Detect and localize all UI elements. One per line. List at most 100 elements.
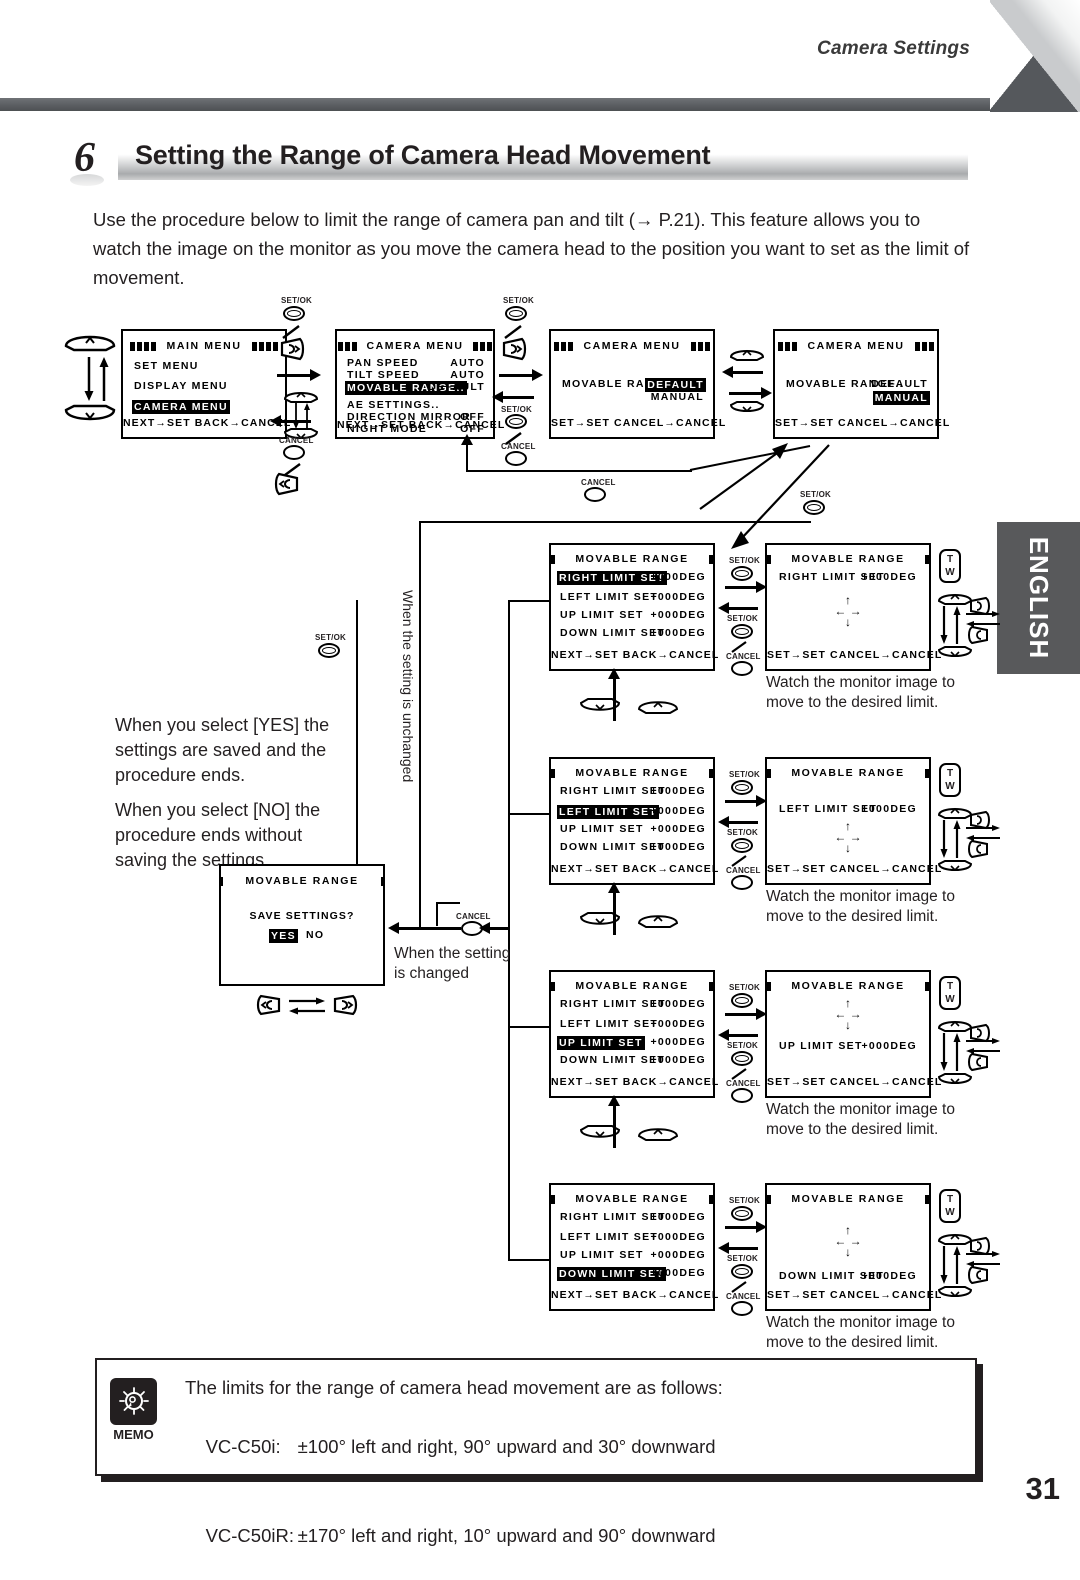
- flow-arrow-line-up: [613, 889, 616, 935]
- tele-wide-button-icon[interactable]: T W: [939, 549, 961, 583]
- limit-row-down[interactable]: DOWN LIMIT SET: [560, 627, 665, 639]
- limit-row-up[interactable]: UP LIMIT SET: [560, 609, 644, 621]
- set-ok-button-icon[interactable]: [731, 993, 753, 1008]
- cancel-button-icon[interactable]: [731, 875, 753, 890]
- set-ok-button-icon[interactable]: [731, 566, 753, 581]
- movable-range-option-selected[interactable]: DEFAULT: [645, 378, 706, 392]
- language-side-tab-label: ENGLISH: [1024, 536, 1054, 660]
- set-ok-button-icon[interactable]: [731, 780, 753, 795]
- tele-wide-button-icon[interactable]: T W: [939, 1189, 961, 1223]
- lcd-footer: NEXT→SET BACK→CANCEL: [123, 417, 292, 429]
- cancel-label: CANCEL: [581, 478, 616, 487]
- updown-arrows-icon: [82, 357, 112, 401]
- set-ok-button-icon[interactable]: [731, 1206, 753, 1221]
- header-corner-decoration: [990, 0, 1080, 112]
- menu-item-camera-menu[interactable]: CAMERA MENU: [132, 400, 230, 414]
- limit-value-down: +000DEG: [650, 627, 706, 639]
- connector-line: [356, 600, 358, 866]
- yes-note: When you select [YES] the settings are s…: [115, 715, 330, 785]
- left-button-icon: [966, 1265, 992, 1285]
- save-settings-yes-option[interactable]: YES: [269, 929, 298, 943]
- lcd-title-row: MOVABLE RANGE: [551, 767, 713, 779]
- limit-row-up[interactable]: UP LIMIT SET: [560, 823, 644, 835]
- lcd-title-row: CAMERA MENU: [775, 340, 937, 352]
- movable-range-option-other[interactable]: DEFAULT: [871, 378, 928, 390]
- limit-row-left[interactable]: LEFT LIMIT SET: [560, 1018, 658, 1030]
- save-settings-no-option[interactable]: NO: [306, 929, 324, 941]
- limit-row-left[interactable]: LEFT LIMIT SET: [560, 1231, 658, 1243]
- left-button-icon: [966, 625, 992, 645]
- running-header-title: Camera Settings: [817, 38, 970, 59]
- connector-spine-line: [508, 600, 510, 1260]
- flow-arrow-line: [725, 586, 758, 589]
- cancel-button-icon[interactable]: [731, 661, 753, 676]
- flow-arrow-head: [310, 369, 321, 381]
- flow-arrow-head-back: [388, 922, 399, 934]
- menu-item-pan-speed[interactable]: PAN SPEED: [347, 357, 419, 369]
- save-settings-prompt: SAVE SETTINGS?: [249, 910, 355, 922]
- limit-row-left[interactable]: LEFT LIMIT SET: [560, 591, 658, 603]
- flow-arrow-head-back: [718, 1242, 729, 1254]
- limit-value-left: +000DEG: [650, 591, 706, 603]
- set-ok-button-icon[interactable]: [505, 414, 527, 429]
- up-button-icon: [282, 388, 320, 404]
- down-button-icon: [936, 645, 974, 661]
- set-ok-button-icon[interactable]: [731, 624, 753, 639]
- flow-arrow-line-back: [725, 821, 758, 824]
- cancel-button-icon[interactable]: [283, 445, 305, 460]
- right-button-icon: [329, 994, 359, 1016]
- set-ok-button-icon[interactable]: [731, 1051, 753, 1066]
- lcd-title-text: MOVABLE RANGE: [791, 980, 905, 992]
- limit-value-up: +000DEG: [650, 1036, 706, 1048]
- menu-item-ae-settings[interactable]: AE SETTINGS..: [347, 399, 440, 411]
- menu-item-tilt-speed[interactable]: TILT SPEED: [347, 369, 420, 381]
- menu-item-set-menu[interactable]: SET MENU: [134, 360, 199, 372]
- limit-value-left: +000DEG: [650, 805, 706, 817]
- limit-value-down: +000DEG: [650, 841, 706, 853]
- set-ok-label: SET/OK: [729, 983, 760, 992]
- tele-label: T: [946, 981, 954, 992]
- limit-row-down[interactable]: DOWN LIMIT SET: [560, 841, 665, 853]
- lcd-limit-list-left: MOVABLE RANGE RIGHT LIMIT SET +000DEG LE…: [549, 757, 718, 885]
- memo-text-2: ±170° left and right, 10° upward and 90°…: [297, 1524, 716, 1546]
- updown-arrows-icon: [938, 1033, 964, 1071]
- cancel-button-icon[interactable]: [731, 1301, 753, 1316]
- set-ok-button-icon[interactable]: [283, 306, 305, 321]
- flow-arrow-line-back: [725, 1034, 758, 1037]
- flow-arrow-line: [725, 1226, 758, 1229]
- lcd-limit-list-up: MOVABLE RANGE RIGHT LIMIT SET +000DEG LE…: [549, 970, 718, 1098]
- lcd-title-text: MOVABLE RANGE: [575, 1193, 689, 1205]
- updown-arrows-icon: [938, 606, 964, 644]
- limit-row-left[interactable]: LEFT LIMIT SET: [557, 805, 660, 819]
- limit-row-down[interactable]: DOWN LIMIT SET: [560, 1054, 665, 1066]
- lcd-title-row: MAIN MENU: [123, 340, 285, 352]
- set-ok-button-icon[interactable]: [318, 643, 340, 658]
- set-ok-button-icon[interactable]: [731, 1264, 753, 1279]
- set-ok-button-icon[interactable]: [505, 306, 527, 321]
- set-ok-label: SET/OK: [729, 1196, 760, 1205]
- limit-value-down: +000DEG: [650, 1267, 706, 1279]
- flow-arrow-line: [725, 800, 758, 803]
- set-ok-button-icon[interactable]: [731, 838, 753, 853]
- cancel-button-icon[interactable]: [731, 1088, 753, 1103]
- movable-range-option-other[interactable]: MANUAL: [651, 391, 704, 403]
- tele-wide-button-icon[interactable]: T W: [939, 976, 961, 1010]
- cancel-button-icon[interactable]: [584, 487, 606, 502]
- limit-row-up[interactable]: UP LIMIT SET: [560, 1249, 644, 1261]
- tele-wide-button-icon[interactable]: T W: [939, 763, 961, 797]
- set-ok-label: SET/OK: [727, 1041, 758, 1050]
- menu-item-display-menu[interactable]: DISPLAY MENU: [134, 380, 228, 392]
- lcd-limit-list-down: MOVABLE RANGE RIGHT LIMIT SET +000DEG LE…: [549, 1183, 718, 1311]
- limit-value-up: +000DEG: [650, 1249, 706, 1261]
- limit-row-up[interactable]: UP LIMIT SET: [557, 1036, 645, 1050]
- cancel-button-icon[interactable]: [505, 451, 527, 466]
- flow-arrow-head-back: [718, 1029, 729, 1041]
- movable-range-option-selected[interactable]: MANUAL: [872, 391, 930, 405]
- limit-detail-value: +000DEG: [861, 571, 917, 583]
- wide-label: W: [945, 567, 955, 578]
- flow-arrow-line-up: [613, 675, 616, 721]
- signal-blocks-left-icon: [778, 341, 798, 351]
- flow-arrow-head-in: [479, 922, 490, 934]
- set-ok-label: SET/OK: [800, 490, 831, 499]
- left-button-icon: [966, 1052, 992, 1072]
